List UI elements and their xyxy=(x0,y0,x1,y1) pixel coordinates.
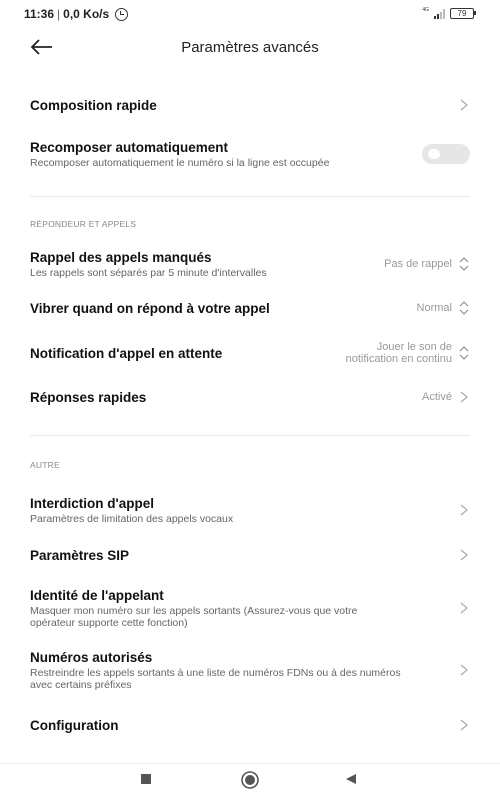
settings-list: Composition rapide Recomposer automatiqu… xyxy=(0,80,500,776)
chevron-right-icon xyxy=(458,663,470,677)
section-header-other: AUTRE xyxy=(30,460,60,470)
setting-title: Réponses rapides xyxy=(30,389,147,405)
subtitle-line2: avec certains préfixes xyxy=(30,678,132,691)
chevron-right-icon xyxy=(458,98,470,112)
setting-notification-attente[interactable]: Notification d'appel en attente Jouer le… xyxy=(0,331,500,375)
status-right: 4G 79 xyxy=(422,6,476,19)
setting-title: Configuration xyxy=(30,717,119,733)
setting-value: Normal xyxy=(416,302,452,314)
setting-title: Paramètres SIP xyxy=(30,547,130,563)
app-bar: Paramètres avancés xyxy=(0,26,500,70)
setting-subtitle: Masquer mon numéro sur les appels sortan… xyxy=(30,605,458,629)
setting-subtitle: Restreindre les appels sortants à une li… xyxy=(30,667,458,691)
setting-title: Notification d'appel en attente xyxy=(30,345,223,361)
recents-square-icon xyxy=(141,774,151,784)
subtitle-line1: Restreindre les appels sortants à une li… xyxy=(30,666,401,679)
recents-button[interactable] xyxy=(139,772,153,791)
updown-chevron-icon xyxy=(458,257,470,271)
setting-title: Numéros autorisés xyxy=(30,649,153,665)
updown-chevron-icon xyxy=(458,346,470,360)
subtitle-line2: opérateur supporte cette fonction) xyxy=(30,616,188,629)
back-triangle-icon xyxy=(346,774,356,784)
setting-composition-rapide[interactable]: Composition rapide xyxy=(0,80,500,130)
chevron-right-icon xyxy=(458,601,470,615)
section-header-calls: RÉPONDEUR ET APPELS xyxy=(30,219,137,229)
setting-title: Identité de l'appelant xyxy=(30,587,164,603)
setting-numeros-autorises[interactable]: Numéros autorisés Restreindre les appels… xyxy=(0,636,500,704)
setting-title: Interdiction d'appel xyxy=(30,495,154,511)
auto-redial-toggle[interactable] xyxy=(422,144,470,164)
setting-subtitle: Les rappels sont séparés par 5 minute d'… xyxy=(30,266,267,279)
setting-parametres-sip[interactable]: Paramètres SIP xyxy=(0,530,500,580)
chevron-right-icon xyxy=(458,548,470,562)
setting-title: Vibrer quand on répond à votre appel xyxy=(30,300,270,316)
setting-interdiction-appel[interactable]: Interdiction d'appel Paramètres de limit… xyxy=(0,490,500,530)
setting-reponses-rapides[interactable]: Réponses rapides Activé xyxy=(0,375,500,419)
status-separator: | xyxy=(57,7,61,21)
setting-configuration[interactable]: Configuration xyxy=(0,704,500,746)
setting-title: Recomposer automatiquement xyxy=(30,139,229,155)
alarm-icon xyxy=(115,7,129,21)
clock: 11:36 xyxy=(24,7,55,21)
home-circle-icon xyxy=(241,771,259,789)
status-bar: 11:36 | 0,0 Ko/s 4G 79 xyxy=(0,0,500,26)
setting-vibrer-reponse[interactable]: Vibrer quand on répond à votre appel Nor… xyxy=(0,285,500,331)
setting-value-line1: Jouer le son de xyxy=(376,341,452,353)
network-speed: 0,0 Ko/s xyxy=(63,7,110,21)
navigation-bar xyxy=(0,763,500,800)
setting-title: Rappel des appels manqués xyxy=(30,249,212,265)
setting-value: Jouer le son de notification en continu xyxy=(346,341,452,365)
setting-recomposer-auto[interactable]: Recomposer automatiquement Recomposer au… xyxy=(0,130,500,178)
chevron-right-icon xyxy=(458,718,470,732)
setting-value: Activé xyxy=(422,391,452,403)
setting-title: Composition rapide xyxy=(30,97,157,113)
toggle-knob xyxy=(428,149,440,159)
signal-icon xyxy=(434,8,445,19)
home-button[interactable] xyxy=(240,770,260,795)
network-type: 4G xyxy=(422,6,429,13)
setting-value-line2: notification en continu xyxy=(345,353,452,365)
setting-subtitle: Paramètres de limitation des appels voca… xyxy=(30,512,234,525)
chevron-right-icon xyxy=(458,390,470,404)
page-title: Paramètres avancés xyxy=(181,39,319,56)
status-left: 11:36 | 0,0 Ko/s xyxy=(24,7,129,21)
setting-identite-appelant[interactable]: Identité de l'appelant Masquer mon numér… xyxy=(0,580,500,636)
chevron-right-icon xyxy=(458,503,470,517)
setting-subtitle: Recomposer automatiquement le numéro si … xyxy=(30,156,330,169)
setting-rappel-appels-manques[interactable]: Rappel des appels manqués Les rappels so… xyxy=(0,243,500,285)
setting-value: Pas de rappel xyxy=(384,258,452,270)
updown-chevron-icon xyxy=(458,301,470,315)
battery-icon: 79 xyxy=(450,8,476,19)
back-nav-button[interactable] xyxy=(344,772,358,791)
subtitle-line1: Masquer mon numéro sur les appels sortan… xyxy=(30,604,358,617)
